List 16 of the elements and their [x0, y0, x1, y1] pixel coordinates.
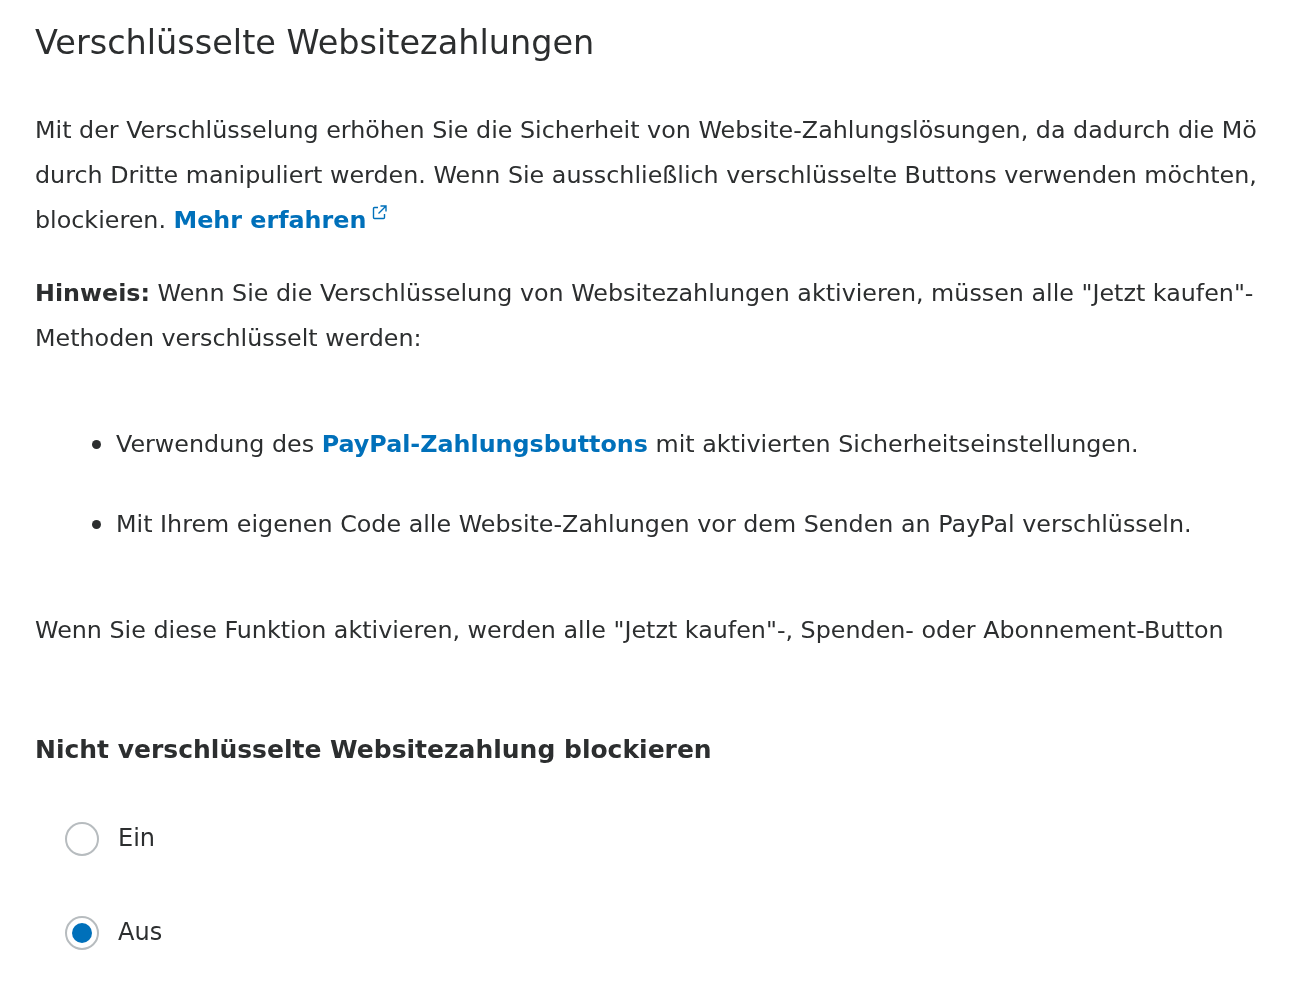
note-paragraph: Hinweis: Wenn Sie die Verschlüsselung von Websitezahlungen aktivieren, müssen alle "Jetzt kaufen"- Methoden verschlüsselt werden:	[35, 278, 1255, 354]
radio-button[interactable]	[65, 821, 99, 856]
page-title: Verschlüsselte Websitezahlungen	[35, 22, 596, 64]
payment-buttons-link[interactable]: PayPal-Zahlungsbuttons	[321, 430, 648, 458]
bullet-icon	[92, 520, 101, 529]
radio-label[interactable]: Ein	[118, 816, 156, 861]
effect-paragraph: Wenn Sie diese Funktion aktivieren, werden alle "Jetzt kaufen"-, Spenden- oder Abonnement-Button	[35, 615, 1225, 646]
list-item-text: Verwendung des PayPal-Zahlungsbuttons mit aktivierten Sicherheitseinstellungen.	[116, 429, 1139, 460]
list-item-text: Mit Ihrem eigenen Code alle Website-Zahlungen vor dem Senden an PayPal verschlüsseln.	[116, 509, 1192, 540]
learn-more-link[interactable]: Mehr erfahren	[173, 206, 367, 234]
radio-label[interactable]: Aus	[118, 910, 163, 955]
setting-heading: Nicht verschlüsselte Websitezahlung blockieren	[35, 734, 713, 766]
external-link-icon	[372, 205, 388, 220]
bullet-icon	[92, 440, 101, 449]
intro-paragraph: Mit der Verschlüsselung erhöhen Sie die Sicherheit von Website-Zahlungslösungen, da dadurch die Mö durch Dritte manipuliert werden. Wenn Sie ausschließlich verschlüsselte Buttons verwenden möchten, blockieren. Mehr erfahren	[35, 115, 1258, 236]
radio-button[interactable]	[65, 915, 99, 950]
